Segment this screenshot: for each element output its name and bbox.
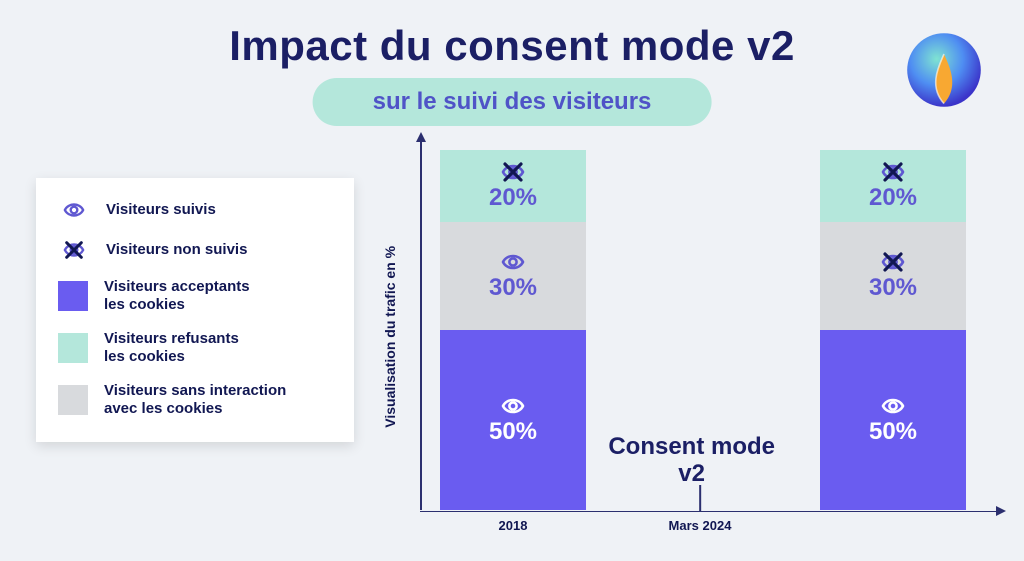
chart-area: Visualisation du trafic en % Consent mod… <box>400 140 1000 540</box>
arrowhead-up-icon <box>416 132 426 142</box>
y-axis-label: Visualisation du trafic en % <box>382 246 398 428</box>
legend-row-untracked: Visiteurs non suivis <box>58 238 332 262</box>
legend-label: Visiteurs non suivis <box>106 241 247 259</box>
segment-value: 20% <box>869 184 917 212</box>
x-axis <box>420 511 1000 513</box>
legend-label: Visiteurs sans interaction avec les cook… <box>104 382 286 418</box>
mid-tick <box>699 485 701 511</box>
legend-row-tracked: Visiteurs suivis <box>58 198 332 222</box>
bar-post-consent-v2: 50% 30% 20% <box>820 150 966 510</box>
legend-label: Visiteurs suivis <box>106 201 216 219</box>
segment-accept: 50% <box>820 330 966 510</box>
eye-icon <box>878 394 908 418</box>
eye-icon <box>58 198 90 222</box>
eye-crossed-icon <box>878 160 908 184</box>
segment-nointeract: 30% <box>440 222 586 330</box>
legend-row-refuse: Visiteurs refusants les cookies <box>58 330 332 366</box>
brand-logo <box>904 30 984 110</box>
x-tick-mars2024: Mars 2024 <box>669 519 732 534</box>
page-subtitle: sur le suivi des visiteurs <box>313 78 712 126</box>
eye-crossed-icon <box>58 238 90 262</box>
y-axis <box>420 140 422 510</box>
eye-crossed-icon <box>498 160 528 184</box>
swatch-grey <box>58 385 88 415</box>
eye-icon <box>498 250 528 274</box>
swatch-purple <box>58 281 88 311</box>
segment-refuse: 20% <box>820 150 966 222</box>
legend-row-nointeract: Visiteurs sans interaction avec les cook… <box>58 382 332 418</box>
eye-icon <box>498 394 528 418</box>
legend-card: Visiteurs suivis Visiteurs non suivis Vi… <box>36 178 354 442</box>
eye-crossed-icon <box>878 250 908 274</box>
segment-accept: 50% <box>440 330 586 510</box>
segment-value: 30% <box>489 274 537 302</box>
legend-label: Visiteurs acceptants les cookies <box>104 278 250 314</box>
segment-value: 30% <box>869 274 917 302</box>
arrowhead-right-icon <box>996 506 1006 516</box>
segment-nointeract: 30% <box>820 222 966 330</box>
segment-value: 50% <box>869 418 917 446</box>
segment-value: 50% <box>489 418 537 446</box>
page-title: Impact du consent mode v2 <box>0 22 1024 70</box>
swatch-mint <box>58 333 88 363</box>
x-tick-2018: 2018 <box>499 519 528 534</box>
mid-annotation: Consent mode v2 <box>608 433 775 488</box>
segment-value: 20% <box>489 184 537 212</box>
segment-refuse: 20% <box>440 150 586 222</box>
legend-row-accept: Visiteurs acceptants les cookies <box>58 278 332 314</box>
legend-label: Visiteurs refusants les cookies <box>104 330 239 366</box>
bar-2018: 50% 30% 20% <box>440 150 586 510</box>
